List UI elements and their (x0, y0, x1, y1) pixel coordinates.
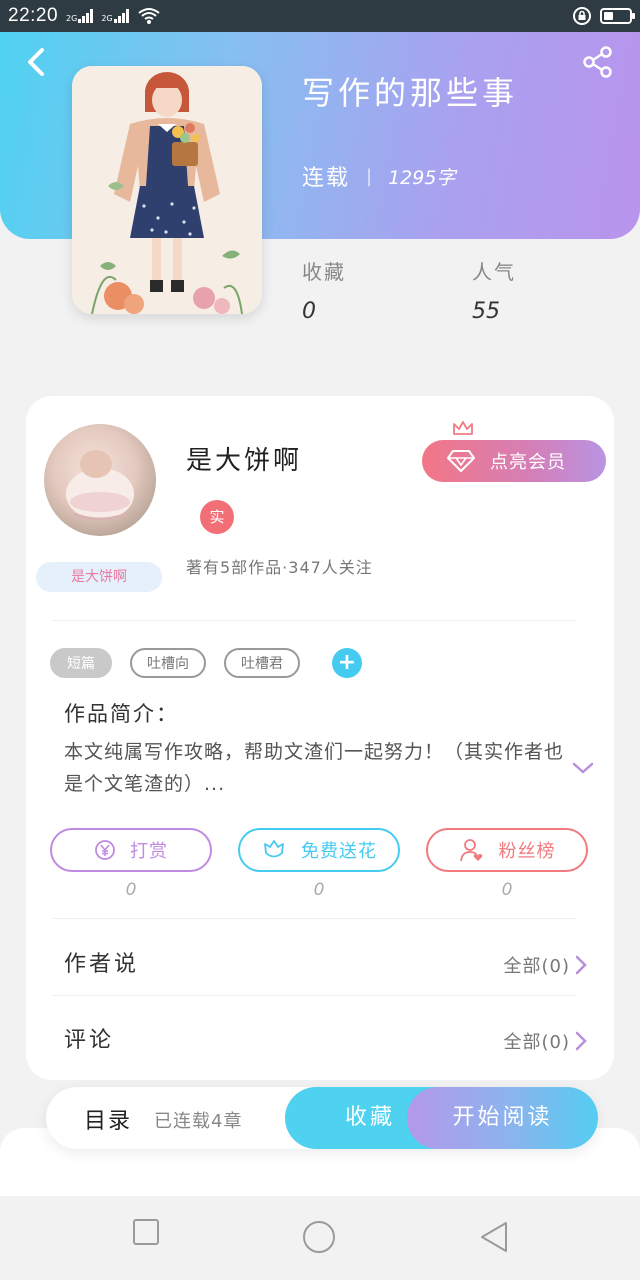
intro-title: 作品简介： (64, 702, 179, 726)
book-detail-card: 是大饼啊 是大饼啊 实 著有5部作品·347人关注 点亮会员 短篇 吐槽向 吐槽… (26, 396, 614, 1080)
tag-short[interactable]: 短篇 (50, 648, 112, 678)
toc-button[interactable]: 目录 (84, 1103, 132, 1135)
vip-button-label: 点亮会员 (490, 452, 566, 473)
stat-label: 人气 (472, 260, 516, 284)
fans-count: 0 (501, 880, 513, 900)
vip-button[interactable]: 点亮会员 (422, 440, 606, 482)
tag-rant[interactable]: 吐槽向 (130, 648, 206, 678)
meta-separator: | (366, 165, 373, 187)
intro-text: 本文纯属写作攻略，帮助文渣们一起努力！（其实作者也是个文笔渣的）... (64, 741, 565, 795)
battery-icon (600, 8, 635, 24)
divider (52, 620, 576, 621)
stat-popularity: 人气 55 (472, 256, 516, 324)
author-stats: 著有5部作品·347人关注 (186, 558, 373, 577)
tip-button[interactable]: 打赏 (50, 828, 212, 872)
book-meta: 连载 | 1295字 (302, 160, 455, 192)
author-avatar[interactable] (44, 424, 156, 536)
tag-list: 短篇 吐槽向 吐槽君 + (50, 648, 362, 678)
author-notes-title: 作者说 (64, 952, 140, 977)
send-flower-button[interactable]: 免费送花 (238, 828, 400, 872)
word-count: 1295字 (388, 166, 456, 189)
crown-icon (453, 421, 473, 435)
stat-favorites: 收藏 0 (302, 256, 346, 324)
chevron-right-icon (575, 1031, 587, 1051)
divider (52, 995, 576, 996)
flower-count: 0 (313, 880, 325, 900)
verified-badge: 实 (200, 500, 234, 534)
author-notes-row[interactable]: 作者说 全部(0) (26, 924, 614, 998)
system-nav-bar (0, 1196, 640, 1280)
stat-value: 55 (472, 299, 500, 324)
rotation-lock-icon (572, 6, 592, 26)
cover-illustration (72, 66, 262, 314)
share-button[interactable] (580, 44, 616, 80)
start-reading-button[interactable]: 开始阅读 (407, 1087, 598, 1149)
chevron-down-icon (572, 762, 594, 774)
back-nav-icon[interactable] (478, 1220, 510, 1254)
status-bar: 22:20 2G 2G (0, 0, 640, 32)
divider (52, 918, 576, 919)
comments-title: 评论 (64, 1028, 115, 1053)
tip-count: 0 (125, 880, 137, 900)
chevron-right-icon (575, 955, 587, 975)
serial-status: 连载 (302, 166, 351, 191)
bottom-action-bar: 目录 已连载4章 收藏 开始阅读 (46, 1087, 598, 1149)
author-name[interactable]: 是大饼啊 (186, 440, 302, 477)
fans-ranking-button[interactable]: 粉丝榜 (426, 828, 588, 872)
tag-ranter[interactable]: 吐槽君 (224, 648, 300, 678)
send-flower-label: 免费送花 (301, 841, 377, 862)
author-notes-all[interactable]: 全部(0) (504, 952, 571, 978)
chevron-left-icon (28, 48, 44, 76)
tip-label: 打赏 (130, 841, 168, 862)
flower-icon (264, 840, 284, 858)
chapter-count: 已连载4章 (154, 1111, 243, 1132)
home-icon[interactable] (302, 1220, 336, 1254)
yen-icon (95, 840, 115, 860)
stat-label: 收藏 (302, 260, 346, 284)
book-cover[interactable] (72, 66, 262, 314)
fans-ranking-label: 粉丝榜 (498, 841, 556, 862)
wifi-icon (137, 7, 161, 25)
comments-all[interactable]: 全部(0) (504, 1028, 571, 1054)
back-button[interactable] (20, 44, 52, 80)
recent-apps-icon[interactable] (132, 1218, 160, 1246)
fans-icon (459, 839, 482, 862)
stat-value: 0 (302, 299, 316, 324)
add-tag-button[interactable]: + (332, 648, 362, 678)
diamond-icon (447, 450, 475, 472)
signal-1-icon: 2G (66, 9, 94, 23)
expand-intro-button[interactable] (572, 760, 594, 776)
comments-row[interactable]: 评论 全部(0) (26, 1000, 614, 1074)
avatar-image (66, 450, 134, 521)
share-icon (583, 46, 612, 78)
clock: 22:20 (8, 5, 59, 26)
avatar-name-tag: 是大饼啊 (36, 562, 162, 592)
book-title: 写作的那些事 (302, 74, 519, 112)
signal-2-icon: 2G (101, 9, 129, 23)
